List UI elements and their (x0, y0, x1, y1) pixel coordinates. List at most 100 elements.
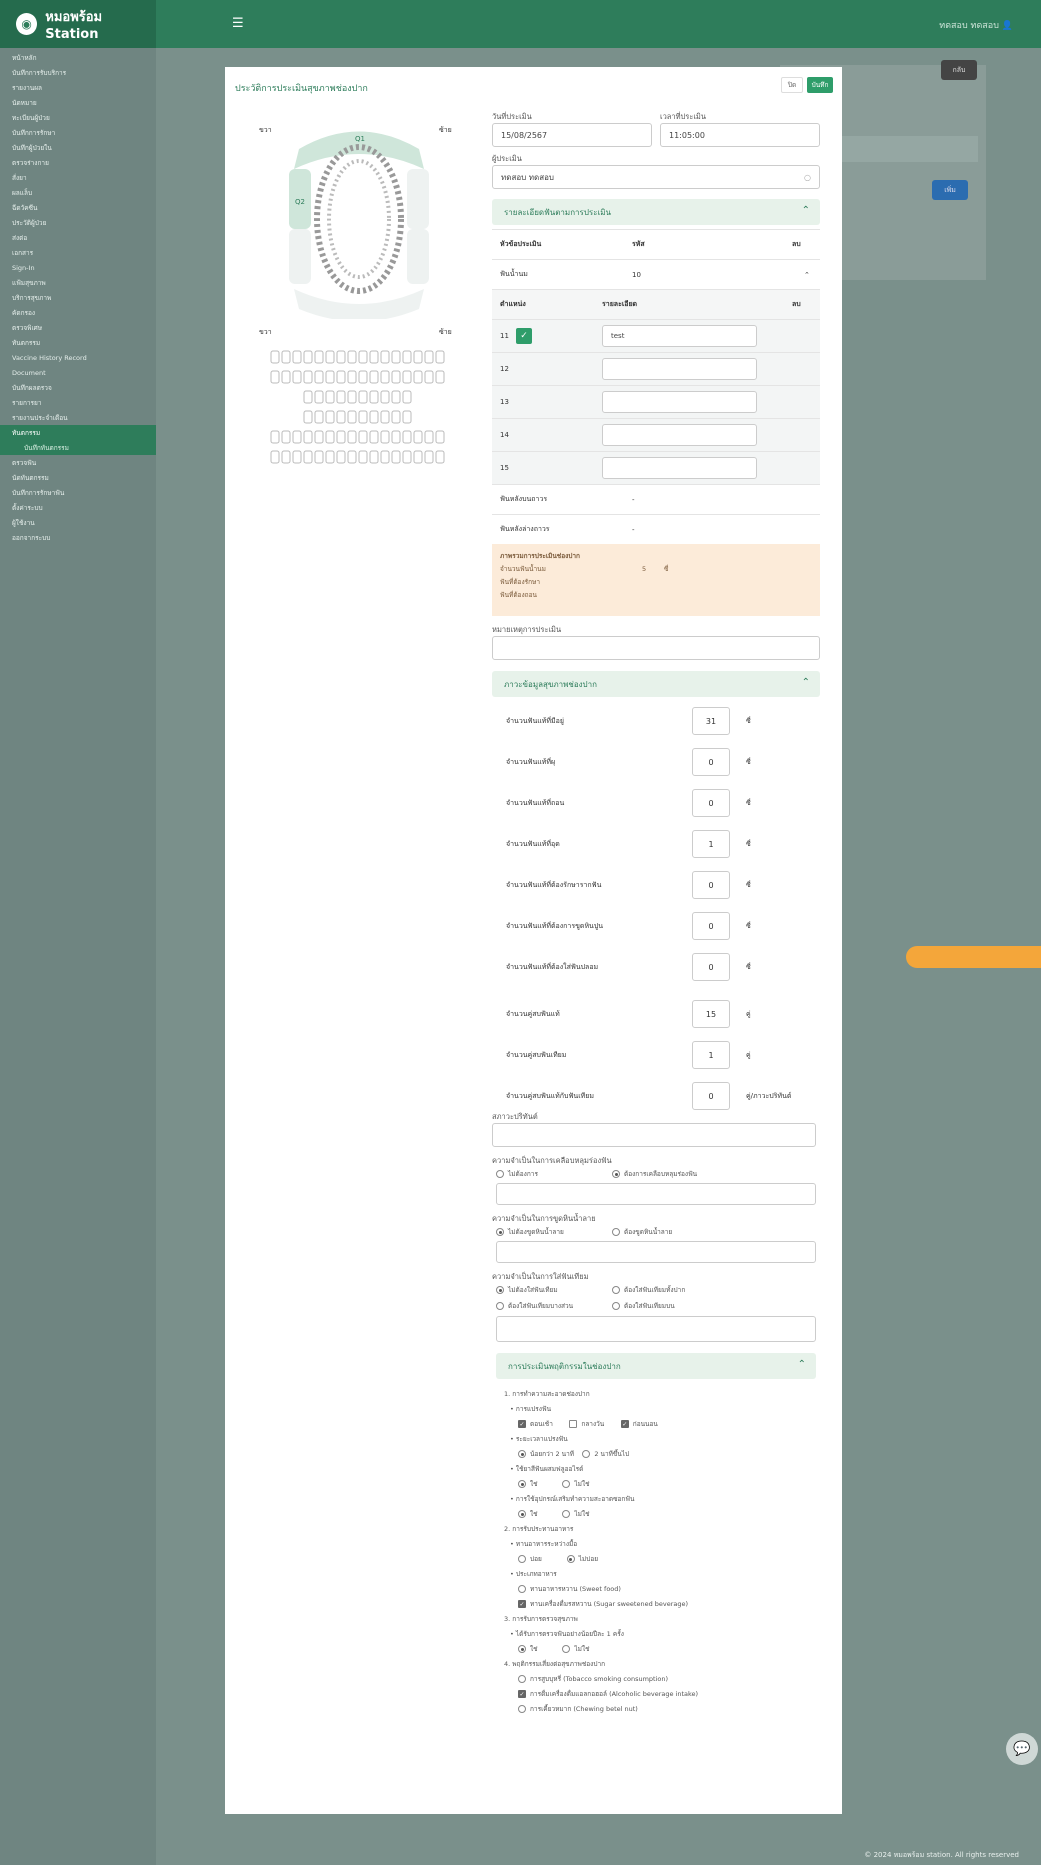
chat-icon[interactable]: 💬 (1006, 1733, 1038, 1765)
save-button[interactable]: บันทึก (807, 77, 833, 93)
q2-option-1[interactable]: ไม่ต้องขูดหินน้ำลาย (496, 1227, 564, 1237)
add-button[interactable]: เพิ่ม (932, 180, 968, 200)
behavior-panel-header[interactable]: การประเมินพฤติกรรมในช่องปาก ⌃ (496, 1353, 816, 1379)
sidebar-item[interactable]: บันทึกการรักษาฟัน (0, 485, 156, 500)
note-input[interactable] (492, 636, 820, 660)
oral-value-input[interactable]: 0 (692, 1082, 730, 1110)
sidebar-item[interactable]: บริการสุขภาพ (0, 290, 156, 305)
back-button[interactable]: กลับ (941, 60, 977, 80)
oral-value-input[interactable]: 1 (692, 830, 730, 858)
sidebar-item[interactable]: บันทึกทันตกรรม (0, 440, 156, 455)
sidebar-item[interactable]: รายงานประจำเดือน (0, 410, 156, 425)
user-menu[interactable]: ทดสอบ ทดสอบ 👤 (939, 18, 1013, 32)
check-icon[interactable]: ✓ (516, 328, 532, 344)
b4-option-1[interactable]: การสูบบุหรี่ (Tobacco smoking consumptio… (504, 1672, 814, 1687)
b1b-label: • ระยะเวลาแปรงฟัน (510, 1435, 568, 1443)
sidebar-item[interactable]: บันทึกการรักษา (0, 125, 156, 140)
oral-value-input[interactable]: 0 (692, 953, 730, 981)
sidebar: หน้าหลัก บันทึกการรับบริการ รายงานผล นัดหมา… (0, 48, 156, 1865)
q2-textarea[interactable] (496, 1241, 816, 1263)
oral-unit: ซี่ (746, 881, 751, 889)
b2a-options[interactable]: บ่อย ไม่บ่อย (504, 1552, 814, 1567)
tooth-strip[interactable] (259, 347, 459, 477)
sidebar-item[interactable]: ตรวจฟัน (0, 455, 156, 470)
b1a-options[interactable]: ✓ ตอนเช้า กลางวัน ✓ ก่อนนอน (504, 1417, 814, 1432)
b4-option-2[interactable]: ✓ การดื่มเครื่องดื่มแอลกอฮอล์ (Alcoholic … (504, 1687, 814, 1702)
tooth-detail-input[interactable] (602, 424, 757, 446)
assessor-input[interactable]: ทดสอบ ทดสอบ ○ (492, 165, 820, 189)
sidebar-item[interactable]: นัดหมาย (0, 95, 156, 110)
time-input[interactable]: 11:05:00 (660, 123, 820, 147)
b1d-label: • การใช้อุปกรณ์เสริมทำความสะอาดซอกฟัน (510, 1495, 635, 1503)
q2-label: Q2 (295, 198, 305, 206)
sidebar-item[interactable]: ตั้งค่าระบบ (0, 500, 156, 515)
b1c-options[interactable]: ใช่ ไม่ใช่ (504, 1477, 814, 1492)
sidebar-item[interactable]: ผู้ใช้งาน (0, 515, 156, 530)
b1d-options[interactable]: ใช่ ไม่ใช่ (504, 1507, 814, 1522)
sidebar-item[interactable]: ทันตกรรม (0, 335, 156, 350)
sidebar-item[interactable]: Document (0, 365, 156, 380)
sidebar-item[interactable]: ทันตกรรม (0, 425, 156, 440)
oral-value-input[interactable]: 0 (692, 871, 730, 899)
q1-option-1[interactable]: ไม่ต้องการ (496, 1169, 538, 1179)
chevron-up-icon[interactable]: ⌃ (804, 271, 810, 279)
q3-textarea[interactable] (496, 1316, 816, 1342)
sidebar-item[interactable]: บันทึกผู้ป่วยใน (0, 140, 156, 155)
oral-value-input[interactable]: 0 (692, 748, 730, 776)
b2b-option-2[interactable]: ✓ ทานเครื่องดื่มรสหวาน (Sugar sweetened b… (504, 1597, 814, 1612)
q3-option-2[interactable]: ต้องใส่ฟันเทียมทั้งปาก (612, 1285, 685, 1295)
q3-option-1[interactable]: ไม่ต้องใส่ฟันเทียม (496, 1285, 558, 1295)
brand[interactable]: ◉ หมอพร้อม Station (0, 0, 156, 48)
tooth-detail-input[interactable] (602, 358, 757, 380)
sidebar-item[interactable]: เอกสาร (0, 245, 156, 260)
b3a-options[interactable]: ใช่ ไม่ใช่ (504, 1642, 814, 1657)
sidebar-item[interactable]: ผลแล็บ (0, 185, 156, 200)
sidebar-item[interactable]: ตรวจพิเศษ (0, 320, 156, 335)
q1-textarea[interactable] (496, 1183, 816, 1205)
periodontal-input[interactable] (492, 1123, 816, 1147)
menu-toggle-icon[interactable]: ☰ (232, 16, 244, 31)
floating-tab[interactable] (906, 946, 1041, 968)
sidebar-item[interactable]: บันทึกการรับบริการ (0, 65, 156, 80)
detail-panel-header[interactable]: รายละเอียดฟันตามการประเมิน ⌃ (492, 199, 820, 225)
tooth-detail-input[interactable] (602, 457, 757, 479)
b4-option-3[interactable]: การเคี้ยวหมาก (Chewing betel nut) (504, 1702, 814, 1717)
oral-panel-header[interactable]: ภาวะข้อมูลสุขภาพช่องปาก ⌃ (492, 671, 820, 697)
sidebar-item[interactable]: ตรวจร่างกาย (0, 155, 156, 170)
oral-value-input[interactable]: 31 (692, 707, 730, 735)
detail-row[interactable]: ฟันน้ำนม 10 ⌃ (492, 259, 820, 289)
sidebar-item[interactable]: สั่งยา (0, 170, 156, 185)
sidebar-item[interactable]: ประวัติผู้ป่วย (0, 215, 156, 230)
b2b-option-1[interactable]: ทานอาหารหวาน (Sweet food) (504, 1582, 814, 1597)
tooth-detail-input[interactable]: test (602, 325, 757, 347)
oral-value-input[interactable]: 1 (692, 1041, 730, 1069)
oral-value-input[interactable]: 0 (692, 912, 730, 940)
q1-option-2[interactable]: ต้องการเคลือบหลุมร่องฟัน (612, 1169, 697, 1179)
q2-option-2[interactable]: ต้องขูดหินน้ำลาย (612, 1227, 672, 1237)
sidebar-item[interactable]: รายการยา (0, 395, 156, 410)
q3-option-4[interactable]: ต้องใส่ฟันเทียมบน (612, 1301, 675, 1311)
close-button[interactable]: ปิด (781, 77, 803, 93)
tooth-detail-input[interactable] (602, 391, 757, 413)
sidebar-item[interactable]: คัดกรอง (0, 305, 156, 320)
date-input[interactable]: 15/08/2567 (492, 123, 652, 147)
summary-line2: ฟันที่ต้องรักษา (500, 578, 540, 586)
oral-value-input[interactable]: 0 (692, 789, 730, 817)
sidebar-item[interactable]: ส่งต่อ (0, 230, 156, 245)
modal-title: ประวัติการประเมินสุขภาพช่องปาก (235, 84, 368, 94)
sidebar-item[interactable]: Sign-In (0, 260, 156, 275)
sidebar-item[interactable]: หน้าหลัก (0, 50, 156, 65)
sidebar-item[interactable]: ฉีดวัคซีน (0, 200, 156, 215)
sidebar-item[interactable]: แฟ้มสุขภาพ (0, 275, 156, 290)
sidebar-item[interactable]: ออกจากระบบ (0, 530, 156, 545)
q3-option-3[interactable]: ต้องใส่ฟันเทียมบางส่วน (496, 1301, 573, 1311)
sidebar-item[interactable]: รายงานผล (0, 80, 156, 95)
sidebar-item[interactable]: นัดทันตกรรม (0, 470, 156, 485)
tooth-diagram[interactable]: Q1 Q2 (259, 119, 459, 319)
tooth-row: 11 ✓ test (492, 319, 820, 352)
sidebar-item[interactable]: ทะเบียนผู้ป่วย (0, 110, 156, 125)
oral-value-input[interactable]: 15 (692, 1000, 730, 1028)
b1b-options[interactable]: น้อยกว่า 2 นาที 2 นาทีขึ้นไป (504, 1447, 814, 1462)
sidebar-item[interactable]: บันทึกผลตรวจ (0, 380, 156, 395)
sidebar-item[interactable]: Vaccine History Record (0, 350, 156, 365)
